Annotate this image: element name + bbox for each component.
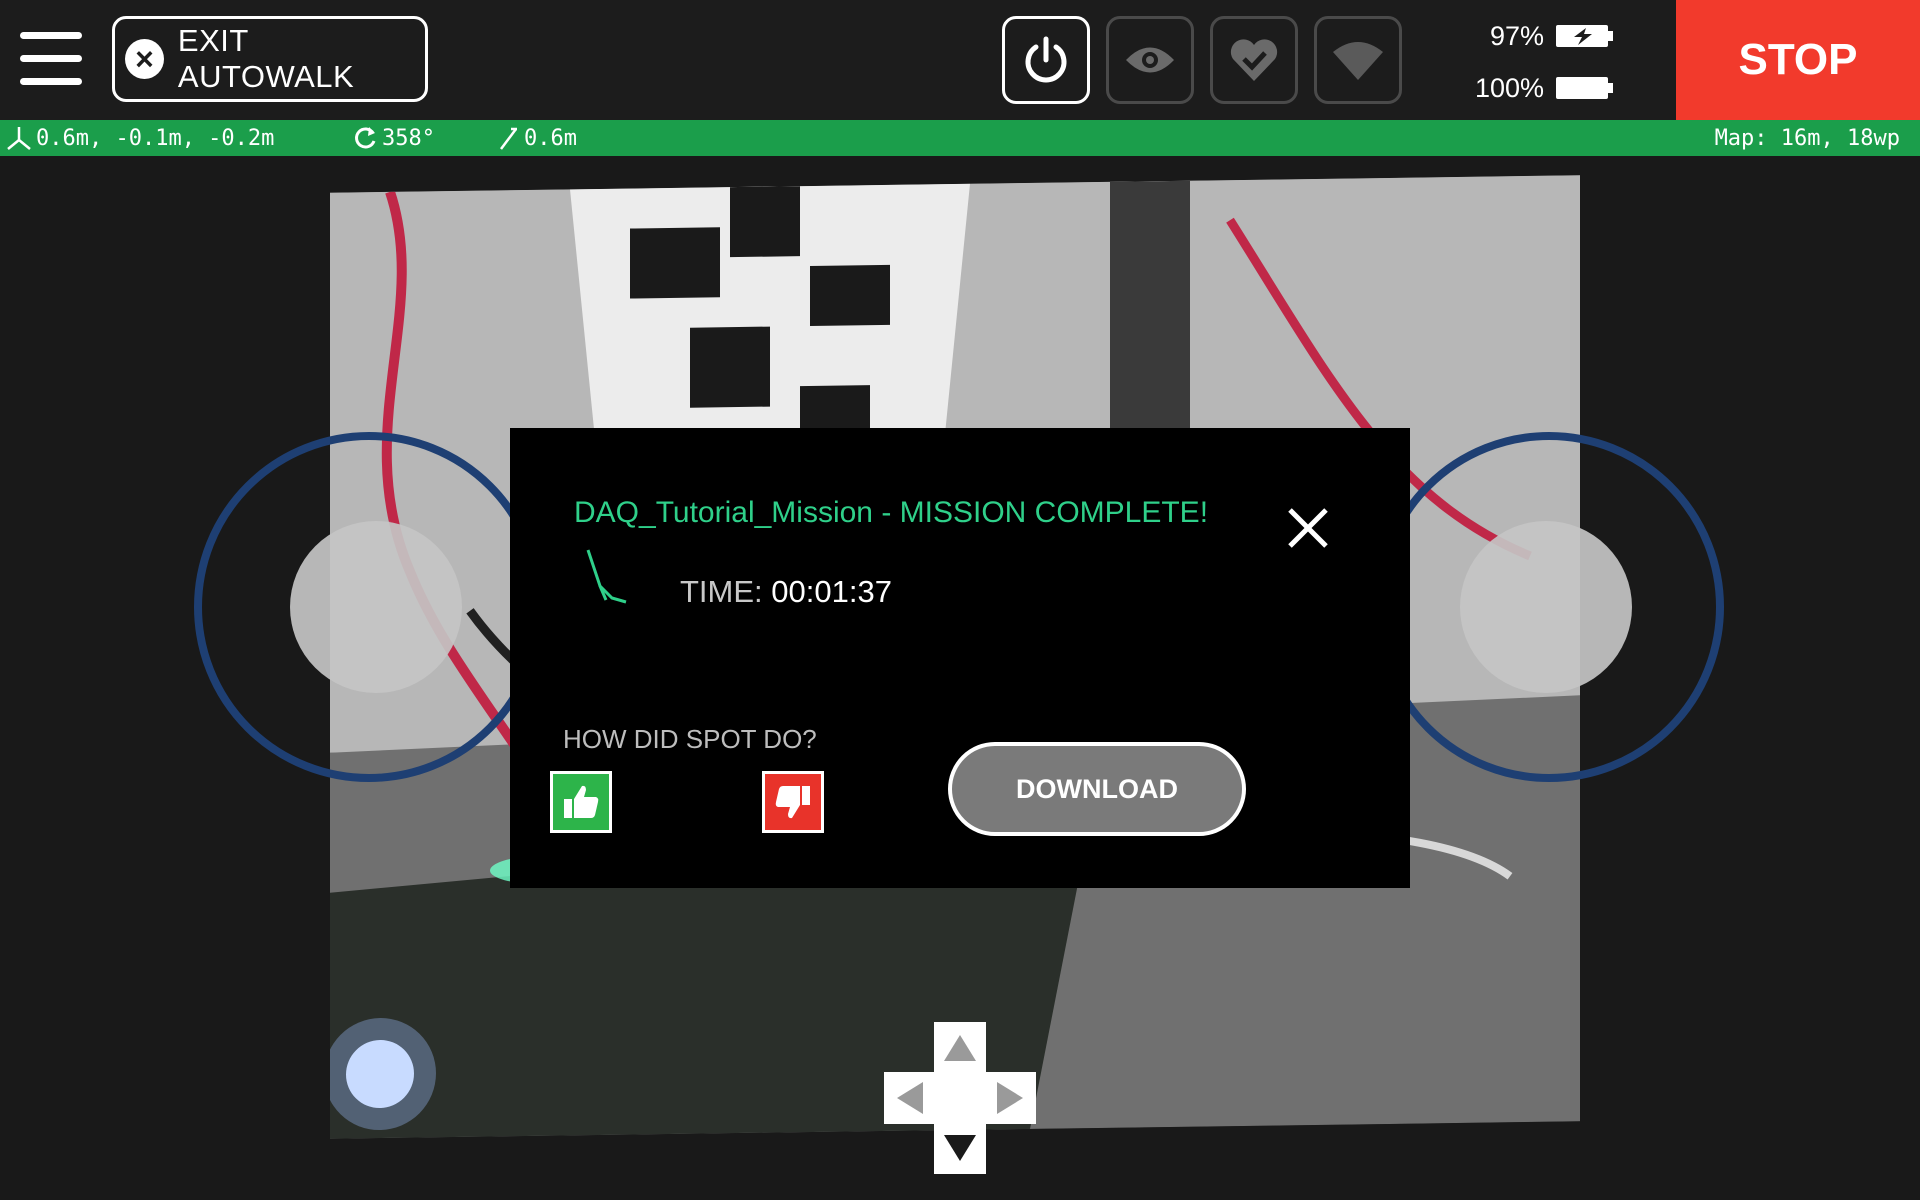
close-circle-icon: × xyxy=(125,39,164,79)
arrow-right-icon xyxy=(997,1082,1023,1114)
distance-icon xyxy=(500,127,517,150)
heart-check-icon xyxy=(1230,39,1278,81)
exit-autowalk-label: EXIT AUTOWALK xyxy=(177,23,355,94)
status-bar: 0.6m, -0.1m, -0.2m 358° 0.6m Map: 16m, 1… xyxy=(0,120,1920,156)
right-joystick[interactable] xyxy=(1460,521,1632,693)
feedback-prompt: HOW DID SPOT DO? xyxy=(563,724,817,754)
arrow-down-icon xyxy=(944,1135,976,1161)
left-joystick[interactable] xyxy=(290,521,462,693)
exit-autowalk-button[interactable]: × EXIT AUTOWALK xyxy=(112,16,428,102)
wifi-icon xyxy=(1333,42,1383,80)
stop-label: STOP xyxy=(1738,35,1858,84)
map-readout: Map: 16m, 18wp xyxy=(1715,120,1900,156)
robot-battery-indicator: 97% xyxy=(1470,16,1650,56)
thumbs-down-icon xyxy=(775,786,810,819)
eye-icon xyxy=(1126,47,1174,73)
mission-complete-dialog: DAQ_Tutorial_Mission - MISSION COMPLETE!… xyxy=(510,428,1410,888)
download-label: DOWNLOAD xyxy=(1016,773,1178,804)
distance-readout: 0.6m xyxy=(498,120,577,156)
hamburger-menu-icon[interactable] xyxy=(20,32,82,86)
rotate-icon xyxy=(355,127,376,149)
left-button[interactable] xyxy=(884,1072,936,1124)
time-label: TIME: xyxy=(680,574,763,609)
thumbs-down-button[interactable] xyxy=(762,771,824,833)
arrow-up-icon xyxy=(944,1035,976,1061)
axes-icon xyxy=(7,127,31,150)
position-readout: 0.6m, -0.1m, -0.2m xyxy=(6,120,274,156)
close-icon[interactable] xyxy=(1284,504,1332,552)
down-button[interactable] xyxy=(934,1122,986,1174)
rotation-readout: 358° xyxy=(352,120,435,156)
tablet-battery-text: 100% xyxy=(1474,72,1544,103)
power-icon xyxy=(1025,36,1067,83)
map-text: Map: 16m, 18wp xyxy=(1714,125,1900,151)
stop-button[interactable]: STOP xyxy=(1676,0,1920,120)
arrow-left-icon xyxy=(897,1082,923,1114)
camera-view-button[interactable] xyxy=(1106,16,1194,104)
direction-pad xyxy=(884,1022,1036,1174)
tablet-battery-indicator: 100% xyxy=(1470,68,1650,108)
top-bar: × EXIT AUTOWALK 97% 100% STOP xyxy=(0,0,1920,120)
battery-charging-icon xyxy=(1556,25,1613,47)
battery-icon xyxy=(1556,77,1613,99)
dialog-title: DAQ_Tutorial_Mission - MISSION COMPLETE! xyxy=(574,496,1209,529)
rotation-text: 358° xyxy=(382,125,435,151)
thumbs-up-button[interactable] xyxy=(550,771,612,833)
distance-text: 0.6m xyxy=(524,125,577,151)
time-value: 00:01:37 xyxy=(771,574,892,609)
right-button[interactable] xyxy=(984,1072,1036,1124)
up-button[interactable] xyxy=(934,1022,986,1074)
mission-time: TIME: 00:01:37 xyxy=(680,574,892,610)
download-button[interactable]: DOWNLOAD xyxy=(948,742,1246,836)
network-button[interactable] xyxy=(1314,16,1402,104)
scene-view: DAQ_Tutorial_Mission - MISSION COMPLETE!… xyxy=(0,156,1920,1200)
power-button[interactable] xyxy=(1002,16,1090,104)
position-text: 0.6m, -0.1m, -0.2m xyxy=(36,125,275,151)
robot-battery-text: 97% xyxy=(1489,20,1544,51)
route-icon xyxy=(586,549,627,604)
health-button[interactable] xyxy=(1210,16,1298,104)
thumbs-up-icon xyxy=(564,785,599,818)
